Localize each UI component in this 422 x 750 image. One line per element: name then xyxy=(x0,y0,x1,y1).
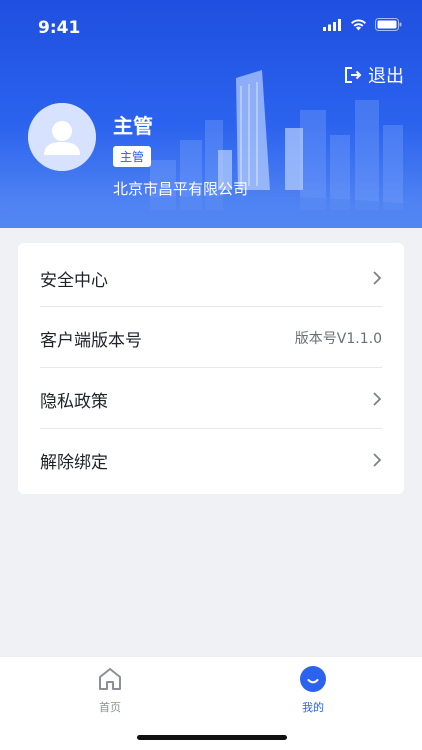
signal-icon xyxy=(323,18,341,31)
chevron-right-icon xyxy=(373,392,382,406)
home-indicator xyxy=(137,735,287,740)
company-name: 北京市昌平有限公司 xyxy=(113,180,249,198)
tab-home-label: 首页 xyxy=(99,701,121,714)
version-value: 版本号V1.1.0 xyxy=(294,331,382,347)
menu-item-label: 客户端版本号 xyxy=(40,330,142,351)
profile-icon xyxy=(300,666,326,692)
menu-item-unbind[interactable]: 解除绑定 xyxy=(40,429,382,491)
menu-item-label: 隐私政策 xyxy=(40,391,108,412)
logout-icon xyxy=(345,67,362,83)
status-bar: 9:41 xyxy=(0,0,422,56)
tab-mine-label: 我的 xyxy=(302,701,324,714)
status-icons xyxy=(323,18,402,31)
user-avatar-icon xyxy=(28,103,96,171)
wifi-icon xyxy=(351,18,366,30)
status-time: 9:41 xyxy=(38,18,81,38)
home-icon xyxy=(99,668,121,690)
settings-card: 安全中心 客户端版本号 版本号V1.1.0 隐私政策 解除绑定 xyxy=(18,243,404,494)
menu-item-security-center[interactable]: 安全中心 xyxy=(40,247,382,309)
menu-item-client-version: 客户端版本号 版本号V1.1.0 xyxy=(40,307,382,369)
tab-home[interactable]: 首页 xyxy=(80,665,140,715)
user-name: 主管 xyxy=(113,114,153,138)
profile-header: 9:41 退出 主管 主管 北京市昌平有限公司 xyxy=(0,0,422,228)
menu-item-label: 安全中心 xyxy=(40,270,108,291)
menu-item-label: 解除绑定 xyxy=(40,452,108,473)
menu-item-privacy-policy[interactable]: 隐私政策 xyxy=(40,368,382,430)
role-tag: 主管 xyxy=(113,146,152,167)
chevron-right-icon xyxy=(373,271,382,285)
chevron-right-icon xyxy=(373,453,382,467)
logout-label: 退出 xyxy=(368,66,404,87)
battery-icon xyxy=(375,18,402,31)
tab-mine[interactable]: 我的 xyxy=(283,665,343,715)
logout-button[interactable]: 退出 xyxy=(344,62,404,88)
